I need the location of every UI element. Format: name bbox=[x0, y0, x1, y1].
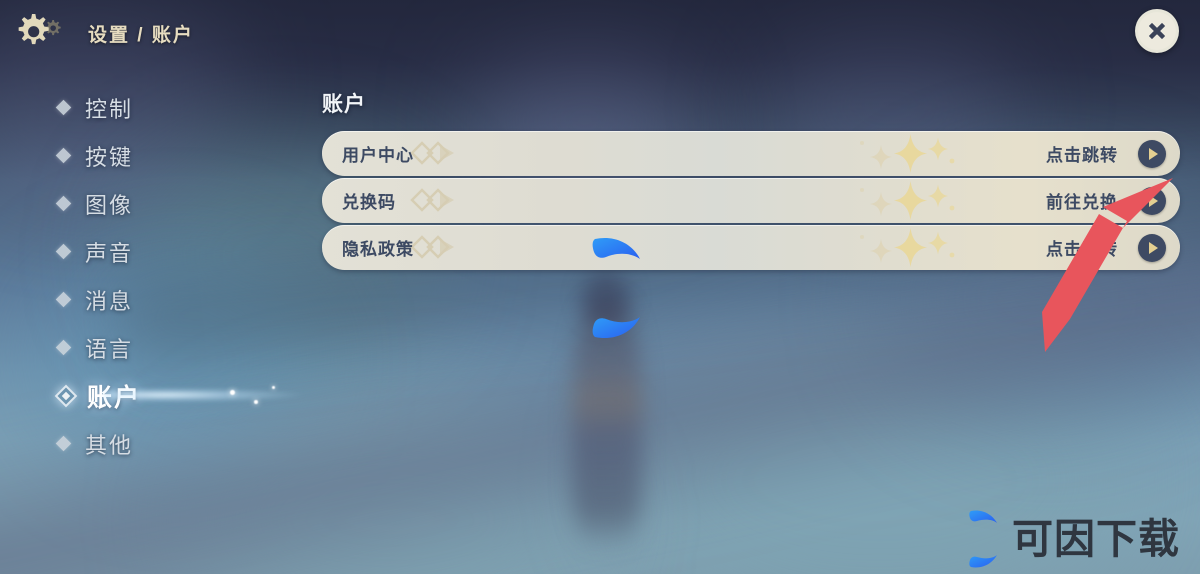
sidebar-item-label: 账户 bbox=[87, 383, 142, 412]
diamond-bullet-icon bbox=[55, 99, 72, 116]
chevron-right-icon[interactable] bbox=[1138, 186, 1166, 215]
diamond-bullet-icon bbox=[55, 147, 72, 164]
row-privacy-policy[interactable]: 隐私政策 点击跳转 bbox=[322, 225, 1180, 270]
diamond-bullet-icon bbox=[55, 243, 72, 260]
account-panel: 账户 用户中心 点击跳转 兑换码 前往兑换 隐私政策 点击跳转 bbox=[322, 88, 1180, 272]
row-action-label: 点击跳转 bbox=[1046, 146, 1118, 165]
row-sparkle-decoration bbox=[860, 181, 955, 220]
sidebar-item-audio[interactable]: 声音 bbox=[55, 236, 308, 267]
sidebar-item-language[interactable]: 语言 bbox=[55, 332, 308, 363]
sidebar-item-messages[interactable]: 消息 bbox=[55, 284, 308, 315]
row-action-label: 点击跳转 bbox=[1046, 240, 1118, 259]
chevron-right-icon[interactable] bbox=[1138, 139, 1166, 168]
breadcrumb: 设置 / 账户 bbox=[88, 24, 194, 46]
sidebar-item-label: 控制 bbox=[85, 96, 134, 122]
sidebar-item-label: 其他 bbox=[85, 432, 134, 458]
diamond-bullet-icon bbox=[54, 384, 78, 407]
row-label: 用户中心 bbox=[342, 146, 414, 165]
sidebar-item-label: 语言 bbox=[85, 336, 134, 362]
row-redeem-code[interactable]: 兑换码 前往兑换 bbox=[322, 178, 1180, 223]
sidebar-item-label: 按键 bbox=[85, 144, 134, 170]
row-label: 隐私政策 bbox=[342, 240, 414, 259]
sparkle-icon bbox=[230, 390, 235, 395]
sidebar-item-label: 消息 bbox=[85, 288, 134, 314]
row-label: 兑换码 bbox=[342, 193, 396, 212]
row-user-center[interactable]: 用户中心 点击跳转 bbox=[322, 131, 1180, 176]
settings-sidebar: 控制 按键 图像 声音 消息 语言 账户 其他 bbox=[54, 92, 308, 476]
row-sparkle-decoration bbox=[860, 134, 955, 173]
sidebar-item-keys[interactable]: 按键 bbox=[55, 140, 308, 171]
page-title: 账户 bbox=[322, 93, 366, 116]
game-settings-screen: 设置 / 账户 控制 按键 图像 声音 消息 语言 账户 其他 账户 用户中心 … bbox=[0, 0, 1200, 574]
close-icon bbox=[1149, 23, 1165, 39]
gear-icon bbox=[14, 11, 62, 55]
diamond-bullet-icon bbox=[55, 435, 72, 452]
sidebar-item-label: 图像 bbox=[85, 192, 134, 218]
sidebar-item-graphics[interactable]: 图像 bbox=[55, 188, 308, 219]
sparkle-icon bbox=[272, 386, 275, 389]
row-sparkle-decoration bbox=[860, 228, 955, 267]
diamond-bullet-icon bbox=[55, 195, 72, 212]
row-ornament-icon bbox=[410, 188, 454, 212]
diamond-bullet-icon bbox=[55, 291, 72, 308]
sidebar-item-other[interactable]: 其他 bbox=[55, 428, 308, 459]
row-ornament-icon bbox=[410, 235, 454, 259]
row-action-label: 前往兑换 bbox=[1046, 193, 1118, 212]
settings-header: 设置 / 账户 bbox=[0, 0, 1200, 66]
sidebar-item-account[interactable]: 账户 bbox=[54, 380, 308, 412]
chevron-right-icon[interactable] bbox=[1138, 233, 1166, 262]
close-button[interactable] bbox=[1135, 9, 1179, 53]
diamond-bullet-icon bbox=[55, 339, 72, 356]
row-ornament-icon bbox=[410, 141, 454, 165]
sparkle-icon bbox=[254, 400, 258, 404]
sidebar-item-label: 声音 bbox=[85, 240, 134, 266]
sidebar-item-control[interactable]: 控制 bbox=[55, 92, 308, 123]
